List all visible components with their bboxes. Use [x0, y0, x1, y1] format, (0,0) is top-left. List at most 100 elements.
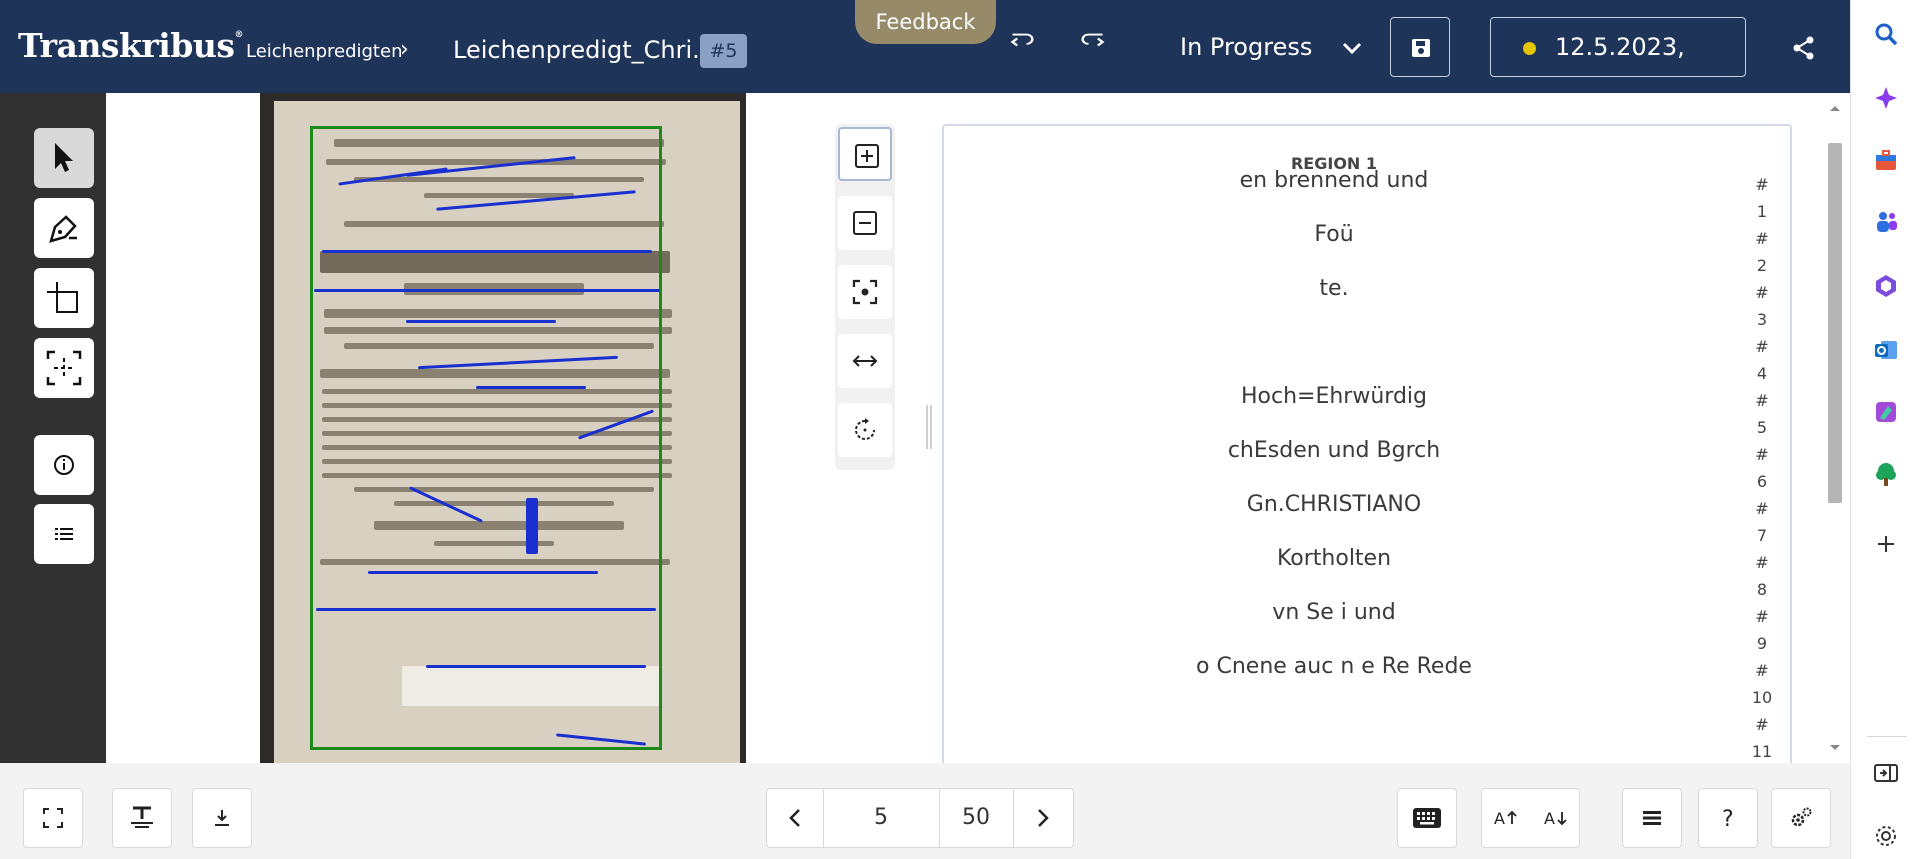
logo-registered-mark: ® [234, 30, 243, 40]
designer-icon[interactable] [1872, 398, 1900, 426]
plus-icon[interactable] [1872, 530, 1900, 558]
office-icon[interactable] [1872, 272, 1900, 300]
info-icon [54, 455, 74, 475]
baseline[interactable] [368, 571, 598, 574]
rail-divider [1867, 736, 1907, 737]
svg-text:A: A [1544, 809, 1555, 828]
line-number: 8 [1756, 580, 1768, 599]
vertical-scrollbar[interactable] [1824, 95, 1846, 763]
svg-text:A: A [1494, 809, 1505, 828]
text-layout-button[interactable] [112, 788, 172, 848]
select-tool[interactable] [34, 128, 94, 188]
view-settings-button[interactable] [1771, 788, 1831, 848]
baseline[interactable] [316, 608, 656, 611]
settings-icon[interactable] [1872, 822, 1900, 850]
breadcrumb-collection[interactable]: Leichenpredigten [246, 41, 402, 62]
search-icon[interactable] [1872, 20, 1900, 48]
fit-page-button[interactable] [838, 265, 892, 319]
zoom-in-button[interactable] [838, 127, 892, 181]
people-icon[interactable] [1872, 208, 1900, 236]
text-format-icon [131, 806, 153, 828]
current-page-input[interactable]: 5 [823, 789, 939, 847]
line-marker: # [1755, 445, 1769, 464]
line-marker: # [1755, 337, 1769, 356]
transcription-line[interactable]: Foü [944, 222, 1724, 247]
briefcase-icon[interactable] [1872, 146, 1900, 174]
sidebar-toggle-icon[interactable] [1872, 759, 1900, 787]
baseline[interactable] [406, 320, 556, 323]
transcription-line[interactable]: vn Se i und [944, 600, 1724, 625]
zoom-in-icon [855, 144, 879, 168]
fit-screen-icon [852, 279, 878, 305]
scroll-down-icon[interactable] [1824, 739, 1846, 755]
virtual-keyboard-button[interactable] [1397, 788, 1457, 848]
region-icon [46, 350, 82, 386]
redo-icon[interactable] [1070, 28, 1114, 68]
region-tool[interactable] [34, 338, 94, 398]
saved-timestamp: 12.5.2023, 21:28 [1490, 17, 1746, 119]
previous-page-icon[interactable] [767, 789, 823, 847]
baseline[interactable] [322, 250, 652, 253]
panel-resize-handle[interactable] [926, 405, 932, 449]
pen-icon [49, 215, 77, 243]
text-region-outline[interactable] [310, 126, 662, 750]
help-button[interactable]: ? [1698, 788, 1758, 848]
download-button[interactable] [192, 788, 252, 848]
scrollbar-thumb[interactable] [1828, 143, 1842, 503]
zoom-out-button[interactable] [838, 196, 892, 250]
transcription-line[interactable]: Gn.CHRISTIANO [944, 492, 1724, 517]
rotate-button[interactable] [838, 403, 892, 457]
baseline[interactable] [526, 498, 538, 554]
line-marker: # [1755, 391, 1769, 410]
font-increase-icon[interactable]: A [1492, 806, 1522, 830]
tree-icon[interactable] [1872, 460, 1900, 488]
fullscreen-button[interactable] [23, 788, 83, 848]
draw-tool[interactable] [34, 198, 94, 258]
transcription-line[interactable]: Hoch=Ehrwürdig [944, 384, 1724, 409]
layout-toggle-button[interactable] [1622, 788, 1682, 848]
transkribus-logo[interactable]: Transkribus® [18, 26, 243, 65]
rotate-icon [855, 418, 875, 440]
baseline[interactable] [314, 289, 660, 292]
left-toolbar [0, 93, 106, 763]
info-button[interactable] [34, 435, 94, 495]
document-title[interactable]: Leichenpredigt_Chri... [453, 36, 715, 64]
line-number: 5 [1756, 418, 1768, 437]
scroll-up-icon[interactable] [1824, 101, 1846, 117]
baseline[interactable] [426, 665, 646, 668]
line-number: 6 [1756, 472, 1768, 491]
feedback-button[interactable]: Feedback [855, 0, 996, 44]
chevron-down-icon[interactable] [1332, 28, 1372, 68]
transcription-editor[interactable]: REGION 1 en brennend und #1 Foü #2 te. #3 #4 Ho… [942, 124, 1792, 763]
baseline-tool[interactable] [34, 268, 94, 328]
transcription-line[interactable]: chEsden und Bgrch [944, 438, 1724, 463]
image-viewer[interactable] [106, 93, 925, 763]
fit-width-button[interactable] [838, 334, 892, 388]
line-number: 11 [1751, 742, 1773, 761]
font-size-controls: A A [1481, 788, 1580, 848]
status-dropdown[interactable]: In Progress [1180, 33, 1312, 61]
list-button[interactable] [34, 504, 94, 564]
total-pages: 50 [962, 805, 990, 830]
line-number: 10 [1751, 688, 1773, 707]
svg-text:?: ? [1722, 807, 1734, 831]
zoom-controls [835, 124, 895, 470]
bottom-toolbar: 5 50 A A ? [0, 763, 1850, 859]
transcription-line[interactable]: en brennend und [944, 168, 1724, 193]
outlook-icon[interactable] [1872, 336, 1900, 364]
font-decrease-icon[interactable]: A [1542, 806, 1572, 830]
next-page-icon[interactable] [1013, 789, 1073, 847]
share-icon[interactable] [1786, 30, 1822, 66]
baseline[interactable] [476, 386, 586, 389]
save-button[interactable] [1390, 17, 1450, 77]
line-marker: # [1755, 607, 1769, 626]
line-marker: # [1755, 499, 1769, 518]
transcription-line[interactable]: Kortholten [944, 546, 1724, 571]
line-marker: # [1755, 175, 1769, 194]
zoom-out-icon [853, 211, 877, 235]
undo-icon[interactable] [1001, 28, 1045, 68]
transcription-line[interactable]: o Cnene auc n e Re Rede [944, 654, 1724, 679]
copilot-icon[interactable] [1872, 84, 1900, 112]
transcription-line[interactable]: te. [944, 276, 1724, 301]
line-number: 3 [1756, 310, 1768, 329]
